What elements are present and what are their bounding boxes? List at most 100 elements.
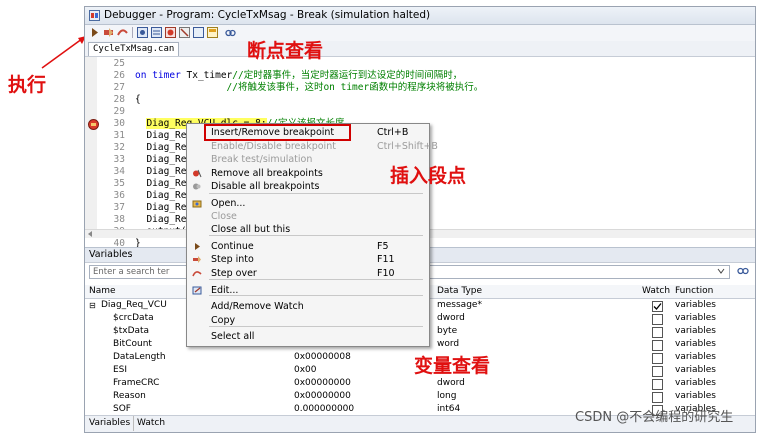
- code-line[interactable]: 25: [85, 58, 755, 70]
- variables-window-icon[interactable]: [151, 27, 162, 38]
- variable-name: $crcData: [113, 313, 154, 323]
- code-line[interactable]: 28 {: [85, 94, 755, 106]
- variable-function: variables: [675, 339, 716, 349]
- menu-separator: [209, 295, 423, 296]
- variable-row[interactable]: FrameCRC 0x00000000 dword variables: [85, 377, 755, 390]
- code-line[interactable]: 29: [85, 106, 755, 118]
- find-icon-variables[interactable]: [737, 265, 749, 276]
- breakpoint-marker-icon[interactable]: [88, 119, 99, 130]
- watch-window-icon[interactable]: [193, 27, 204, 38]
- continue-icon: [195, 243, 200, 250]
- scroll-left-icon[interactable]: [87, 230, 93, 238]
- step-over-icon: [192, 271, 202, 277]
- column-function[interactable]: Function: [675, 285, 713, 298]
- remove-breakpoints-icon[interactable]: [179, 27, 190, 38]
- variable-data-type: message*: [437, 300, 482, 310]
- context-menu: Insert/Remove breakpoint Ctrl+B Enable/Dis…: [186, 123, 438, 347]
- find-icon[interactable]: [225, 27, 236, 38]
- variable-data-type: int64: [437, 404, 461, 414]
- variable-function: variables: [675, 352, 716, 362]
- code-text: Diag_Re: [135, 130, 187, 141]
- toolbar-separator: [132, 27, 133, 38]
- variable-name: ESI: [113, 365, 128, 375]
- code-text: Diag_Re: [135, 154, 187, 165]
- line-number: 33: [113, 154, 125, 165]
- variable-value: 0x00: [294, 365, 317, 375]
- remove-breakpoints-icon: [193, 169, 202, 178]
- code-line[interactable]: 26 on timer Tx_timer//定时器事件，当定时器运行到达设定的时间…: [85, 70, 755, 82]
- menu-separator: [209, 279, 423, 280]
- edit-icon: [192, 286, 202, 295]
- trace-window-icon[interactable]: [207, 27, 218, 38]
- step-into-icon[interactable]: [103, 27, 114, 38]
- debugger-toolbar: [85, 25, 755, 41]
- variable-data-type: word: [437, 339, 460, 349]
- menu-item-continue[interactable]: Continue F5: [187, 240, 429, 253]
- variables-panel-title: Variables: [89, 249, 133, 260]
- line-number: 34: [113, 166, 125, 177]
- line-number: 28: [113, 94, 125, 105]
- variable-name: $txData: [113, 326, 150, 336]
- column-name[interactable]: Name: [89, 285, 116, 298]
- watch-checkbox[interactable]: [652, 379, 663, 390]
- line-number: 26: [113, 70, 125, 81]
- disable-breakpoints-icon: [193, 183, 201, 190]
- menu-item-shortcut: Ctrl+B: [377, 127, 409, 138]
- code-text: //将触发该事件，这时on timer函数中的程序块将被执行。: [226, 82, 484, 93]
- menu-item-label: Disable all breakpoints: [211, 181, 320, 192]
- line-number: 31: [113, 130, 125, 141]
- column-data-type[interactable]: Data Type: [437, 285, 482, 298]
- menu-item-add-remove-watch[interactable]: Add/Remove Watch: [187, 300, 429, 313]
- code-text: Diag_Re: [135, 202, 187, 213]
- step-over-icon[interactable]: [117, 27, 128, 38]
- run-icon[interactable]: [89, 27, 100, 38]
- watch-checkbox[interactable]: [652, 392, 663, 403]
- line-number: 29: [113, 106, 125, 117]
- menu-item-select-all[interactable]: Select all: [187, 330, 429, 343]
- watch-checkbox[interactable]: [652, 353, 663, 364]
- column-watch[interactable]: Watch: [642, 285, 670, 298]
- toggle-breakpoint-icon[interactable]: [165, 27, 176, 38]
- variable-function: variables: [675, 365, 716, 375]
- line-number: 32: [113, 142, 125, 153]
- menu-item-open[interactable]: Open...: [187, 197, 429, 210]
- menu-item-label: Continue: [211, 241, 254, 252]
- search-dropdown-chevron-icon[interactable]: [717, 268, 725, 275]
- tab-variables[interactable]: Variables: [89, 416, 130, 431]
- line-number: 37: [113, 202, 125, 213]
- file-tab-bar: CycleTxMsag.can: [85, 41, 755, 57]
- line-number: 35: [113, 178, 125, 189]
- variable-function: variables: [675, 300, 716, 310]
- variable-name: BitCount: [113, 339, 152, 349]
- menu-item-step-into[interactable]: Step into F11: [187, 253, 429, 266]
- annotation-highlight-box: [204, 124, 351, 141]
- tab-watch[interactable]: Watch: [133, 416, 165, 431]
- variable-value: 0.000000000: [294, 404, 355, 414]
- tab-cycletxmsag[interactable]: CycleTxMsag.can: [88, 42, 180, 56]
- code-text: Diag_Re: [135, 214, 187, 225]
- menu-item-label: Enable/Disable breakpoint: [211, 141, 336, 152]
- variable-value: 0x00000000: [294, 378, 351, 388]
- collapse-toggle-icon[interactable]: ⊟: [89, 299, 96, 312]
- watch-checkbox[interactable]: [652, 340, 663, 351]
- line-number: 27: [113, 82, 125, 93]
- code-text: {: [135, 94, 141, 105]
- annotation-insert-breakpoint: 插入段点: [390, 165, 467, 187]
- variable-row[interactable]: Reason 0x00000000 long variables: [85, 390, 755, 403]
- debugger-app-icon: [89, 10, 100, 21]
- code-line[interactable]: 27 //将触发该事件，这时on timer函数中的程序块将被执行。: [85, 82, 755, 94]
- watch-checkbox[interactable]: [652, 327, 663, 338]
- variable-value: 0x00000008: [294, 352, 351, 362]
- menu-item-label: Step into: [211, 254, 254, 265]
- menu-separator: [209, 235, 423, 236]
- menu-separator: [209, 326, 423, 327]
- step-into-icon: [193, 256, 201, 263]
- menu-separator: [209, 193, 423, 194]
- watch-checkbox[interactable]: [652, 314, 663, 325]
- variable-name: SOF: [113, 404, 131, 414]
- watch-checkbox[interactable]: [652, 366, 663, 377]
- breakpoint-window-icon[interactable]: [137, 27, 148, 38]
- watch-checkbox[interactable]: [652, 301, 663, 312]
- code-text: Diag_Re: [135, 190, 187, 201]
- variable-data-type: byte: [437, 326, 458, 336]
